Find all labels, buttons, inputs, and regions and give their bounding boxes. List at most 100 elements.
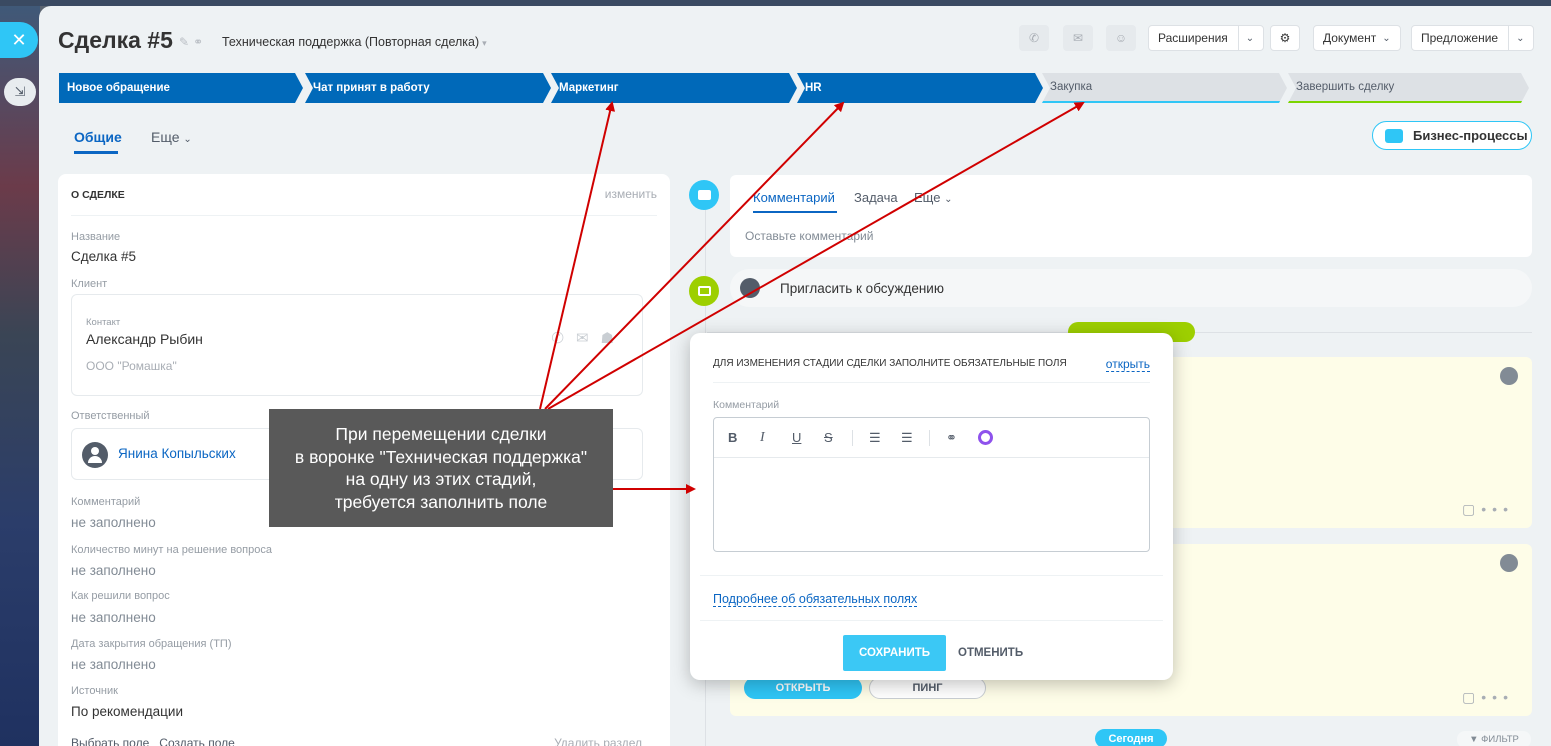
chat-icon[interactable]: ☺ bbox=[1106, 25, 1136, 51]
divider bbox=[700, 620, 1163, 621]
source-label: Источник bbox=[71, 685, 118, 697]
stage-marketing[interactable]: Маркетинг bbox=[551, 73, 797, 103]
link-icon[interactable]: ⚭ bbox=[193, 35, 207, 49]
field-label: Комментарий bbox=[71, 496, 141, 508]
filter-label: ФИЛЬТР bbox=[1481, 734, 1519, 745]
chevron-down-icon: ▾ bbox=[482, 38, 487, 48]
save-button[interactable]: СОХРАНИТЬ bbox=[843, 635, 946, 671]
link-icon[interactable]: ⚭ bbox=[946, 430, 978, 446]
more-icon[interactable]: ••• bbox=[1481, 501, 1514, 517]
select-field-link[interactable]: Выбрать поле bbox=[71, 736, 149, 746]
stage-label: Маркетинг bbox=[559, 82, 619, 94]
stage-chat-accepted[interactable]: Чат принят в работу bbox=[305, 73, 551, 103]
field-value[interactable]: не заполнено bbox=[71, 563, 156, 578]
field-value[interactable]: не заполнено bbox=[71, 515, 156, 530]
phone-icon[interactable]: ✆ bbox=[1019, 25, 1049, 51]
document-button[interactable]: Документ ⌄ bbox=[1313, 25, 1401, 51]
contact-company[interactable]: ООО "Ромашка" bbox=[86, 359, 177, 373]
timeline-editor-card: Комментарий Задача Еще ⌄ Оставьте коммен… bbox=[730, 175, 1532, 257]
stage-hr[interactable]: HR bbox=[797, 73, 1043, 103]
chat-icon[interactable]: ☗ bbox=[601, 330, 626, 347]
proposal-label: Предложение bbox=[1421, 31, 1499, 45]
section-heading: О СДЕЛКЕ bbox=[71, 189, 125, 201]
callout-line: в воронке "Техническая поддержка" bbox=[294, 446, 588, 467]
numbered-list-icon[interactable]: ☰ bbox=[869, 430, 901, 446]
today-badge: Сегодня bbox=[1095, 729, 1167, 746]
business-process-icon bbox=[1385, 128, 1403, 143]
delete-section-link[interactable]: Удалить раздел bbox=[554, 736, 642, 746]
edit-title-icons[interactable]: ✎⚭ bbox=[179, 35, 207, 49]
contact-actions: ✆✉☗ bbox=[551, 329, 626, 347]
close-slider-button[interactable]: ✕ bbox=[0, 22, 38, 58]
note-icon[interactable]: ▢ bbox=[1462, 501, 1481, 517]
phone-icon[interactable]: ✆ bbox=[551, 330, 576, 347]
tab-active-underline bbox=[753, 211, 837, 213]
divider bbox=[1508, 26, 1510, 50]
stage-close-deal[interactable]: Завершить сделку bbox=[1288, 73, 1529, 103]
mail-icon[interactable]: ✉ bbox=[1063, 25, 1093, 51]
open-activity-button[interactable]: ОТКРЫТЬ bbox=[744, 677, 862, 699]
invite-discussion-bar[interactable]: Пригласить к обсуждению bbox=[730, 269, 1532, 307]
chevron-down-icon: ⌄ bbox=[1516, 32, 1525, 44]
comment-input[interactable]: Оставьте комментарий bbox=[745, 229, 873, 243]
field-label: Дата закрытия обращения (ТП) bbox=[71, 638, 232, 650]
field-value[interactable]: не заполнено bbox=[71, 610, 156, 625]
filter-button[interactable]: ▼ ФИЛЬТР bbox=[1457, 731, 1531, 746]
activity-tools: ▢••• bbox=[1462, 689, 1514, 706]
pencil-icon[interactable]: ✎ bbox=[179, 35, 193, 49]
more-icon[interactable]: ••• bbox=[1481, 689, 1514, 705]
stage-new-request[interactable]: Новое обращение bbox=[59, 73, 303, 103]
tab-active-underline bbox=[74, 151, 118, 154]
responsible-name[interactable]: Янина Копыльских bbox=[118, 446, 236, 461]
business-processes-button[interactable]: Бизнес-процессы bbox=[1372, 121, 1532, 150]
stage-purchase[interactable]: Закупка bbox=[1042, 73, 1287, 103]
minimize-slider-button[interactable]: ⇲ bbox=[4, 78, 36, 106]
tab-timeline-more[interactable]: Еще ⌄ bbox=[914, 190, 952, 205]
tab-task[interactable]: Задача bbox=[854, 190, 898, 205]
callout-line: на одну из этих стадий, bbox=[345, 469, 537, 489]
tab-more-label: Еще bbox=[151, 129, 180, 145]
callout-line: требуется заполнить поле bbox=[334, 491, 548, 512]
tab-comment[interactable]: Комментарий bbox=[753, 190, 835, 205]
italic-button[interactable]: I bbox=[760, 430, 792, 446]
bold-button[interactable]: B bbox=[728, 430, 760, 445]
edit-section-link[interactable]: изменить bbox=[605, 187, 657, 201]
contact-label: Контакт bbox=[86, 317, 121, 328]
funnel-selector[interactable]: Техническая поддержка (Повторная сделка)… bbox=[222, 35, 487, 49]
divider bbox=[852, 429, 853, 446]
invite-label: Пригласить к обсуждению bbox=[780, 281, 944, 296]
settings-button[interactable]: ⚙ bbox=[1270, 25, 1300, 51]
user-add-icon bbox=[740, 278, 760, 298]
bubble-icon bbox=[697, 286, 711, 296]
source-value[interactable]: По рекомендации bbox=[71, 704, 183, 719]
tab-general[interactable]: Общие bbox=[74, 129, 122, 145]
note-icon[interactable]: ▢ bbox=[1462, 689, 1481, 705]
create-field-link[interactable]: Создать поле bbox=[159, 736, 235, 746]
contact-name[interactable]: Александр Рыбин bbox=[86, 331, 203, 347]
field-value[interactable]: не заполнено bbox=[71, 657, 156, 672]
divider bbox=[713, 382, 1150, 383]
chevron-down-icon: ⌄ bbox=[1382, 32, 1391, 44]
divider bbox=[1237, 26, 1239, 50]
comment-editor[interactable]: B I U S ☰ ☰ ⚭ bbox=[713, 417, 1150, 552]
underline-button[interactable]: U bbox=[792, 430, 824, 445]
proposal-button[interactable]: Предложение ⌄ bbox=[1411, 25, 1535, 51]
cancel-button[interactable]: ОТМЕНИТЬ bbox=[958, 647, 1023, 659]
copilot-icon[interactable] bbox=[978, 430, 993, 445]
ping-button[interactable]: ПИНГ bbox=[869, 677, 986, 699]
background-portal bbox=[0, 0, 40, 746]
more-about-required-fields-link[interactable]: Подробнее об обязательных полях bbox=[713, 592, 918, 607]
comment-label: Комментарий bbox=[713, 399, 780, 411]
extensions-button[interactable]: Расширения ⌄ bbox=[1148, 25, 1265, 51]
divider bbox=[71, 215, 657, 216]
chevron-down-icon: ⌄ bbox=[1245, 32, 1255, 44]
mail-icon[interactable]: ✉ bbox=[576, 330, 601, 347]
open-link[interactable]: открыть bbox=[1105, 357, 1150, 372]
name-value[interactable]: Сделка #5 bbox=[71, 249, 136, 264]
stage-label: Новое обращение bbox=[67, 82, 170, 94]
annotation-callout: При перемещении сделки в воронке "Технич… bbox=[269, 409, 613, 527]
avatar bbox=[82, 442, 108, 468]
stage-label: HR bbox=[805, 82, 822, 94]
comment-icon bbox=[689, 180, 719, 210]
tab-more[interactable]: Еще ⌄ bbox=[151, 129, 192, 145]
